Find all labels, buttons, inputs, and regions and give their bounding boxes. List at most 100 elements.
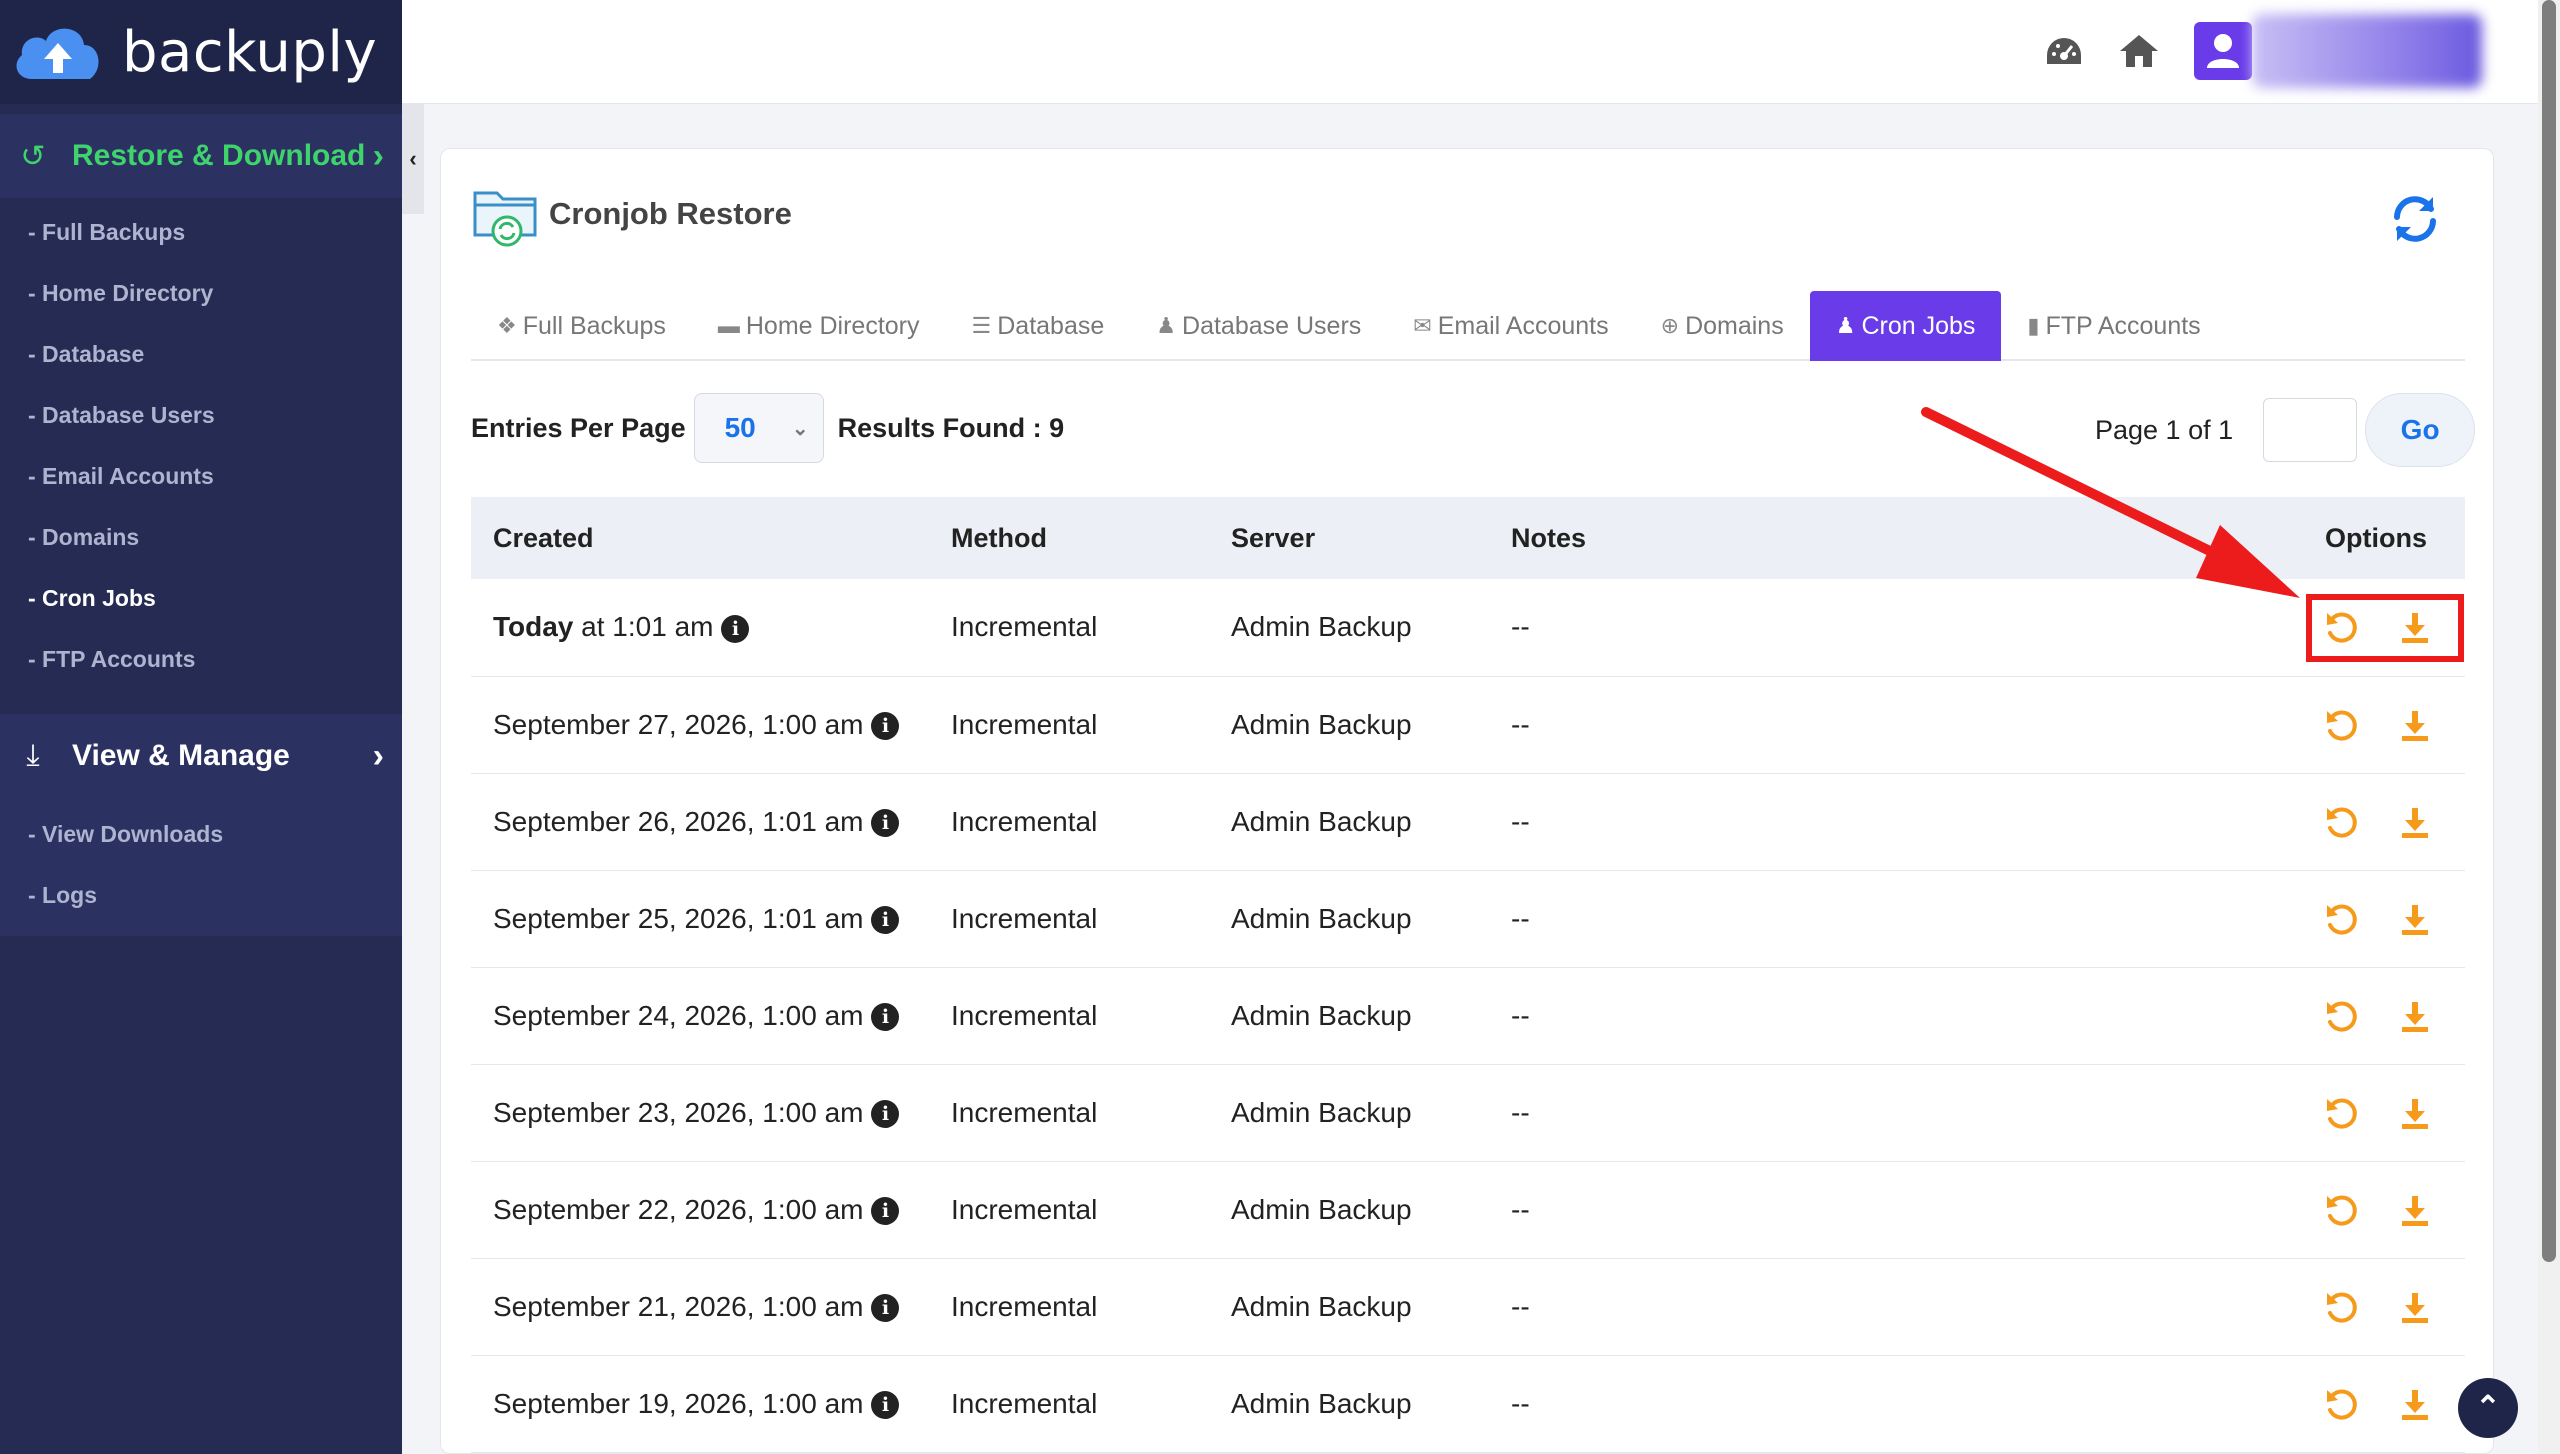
- cell-method: Incremental: [951, 1387, 1098, 1419]
- download-icon[interactable]: [2395, 1190, 2435, 1230]
- tab-label: Cron Jobs: [1861, 311, 1976, 340]
- entries-value: 50: [724, 412, 756, 443]
- info-icon[interactable]: i: [871, 906, 900, 935]
- dashboard-icon[interactable]: [2044, 34, 2084, 70]
- menu-view-manage[interactable]: ⤓ View & Manage ›: [0, 714, 402, 798]
- page-scrollbar[interactable]: [2538, 0, 2560, 1454]
- cubes-icon: ❖: [497, 313, 517, 338]
- download-icon[interactable]: [2395, 802, 2435, 842]
- info-icon[interactable]: i: [871, 712, 900, 741]
- tab-label: Full Backups: [522, 311, 666, 340]
- restore-icon[interactable]: [2321, 899, 2361, 939]
- sidebar-item-database[interactable]: - Database: [0, 324, 402, 385]
- info-icon[interactable]: i: [871, 1003, 900, 1032]
- entries-control: Entries Per Page 50 ⌄ Results Found : 9: [471, 393, 1064, 463]
- download-icon[interactable]: [2395, 1093, 2435, 1133]
- cell-method: Incremental: [951, 805, 1098, 837]
- info-icon[interactable]: i: [871, 1100, 900, 1129]
- entries-per-page-select[interactable]: 50 ⌄: [693, 393, 824, 463]
- tab-full-backups[interactable]: ❖ Full Backups: [471, 291, 692, 361]
- column-method[interactable]: Method: [929, 497, 1209, 579]
- sidebar-item-ftp-accounts[interactable]: - FTP Accounts: [0, 629, 402, 690]
- restore-icon[interactable]: [2321, 1384, 2361, 1424]
- restore-icon[interactable]: [2321, 1190, 2361, 1230]
- download-icon[interactable]: [2395, 1287, 2435, 1327]
- sidebar-item-logs[interactable]: - Logs: [0, 865, 402, 926]
- scrollbar-thumb[interactable]: [2542, 0, 2556, 1262]
- tab-label: Database Users: [1182, 311, 1362, 340]
- page-title: Cronjob Restore: [549, 196, 792, 231]
- cloud-upload-icon: [16, 28, 99, 79]
- restore-icon[interactable]: [2321, 705, 2361, 745]
- undo-icon: ↺: [20, 139, 46, 173]
- tab-domains[interactable]: ⊕ Domains: [1635, 291, 1810, 361]
- refresh-icon[interactable]: [2387, 191, 2443, 247]
- sidebar-item-view-downloads[interactable]: - View Downloads: [0, 804, 402, 865]
- sidebar-item-email-accounts[interactable]: - Email Accounts: [0, 446, 402, 507]
- download-icon[interactable]: [2395, 899, 2435, 939]
- sidebar-collapse-toggle[interactable]: ‹: [402, 104, 424, 214]
- restore-icon[interactable]: [2321, 1287, 2361, 1327]
- info-icon[interactable]: i: [721, 614, 750, 643]
- sidebar-item-full-backups[interactable]: - Full Backups: [0, 202, 402, 263]
- download-icon[interactable]: [2395, 996, 2435, 1036]
- sidebar-item-domains[interactable]: - Domains: [0, 507, 402, 568]
- tab-label: FTP Accounts: [2045, 311, 2201, 340]
- cell-options: [2089, 870, 2465, 967]
- entries-label: Entries Per Page: [471, 412, 686, 443]
- user-avatar[interactable]: [2194, 22, 2252, 80]
- annotation-highlight-box: [2306, 594, 2464, 662]
- user-icon: [2207, 34, 2239, 68]
- tab-ftp-accounts[interactable]: ▮ FTP Accounts: [2001, 291, 2226, 361]
- tab-email-accounts[interactable]: ✉ Email Accounts: [1387, 291, 1634, 361]
- restore-icon[interactable]: [2321, 1093, 2361, 1133]
- menu-restore-download[interactable]: ↺ Restore & Download ›: [0, 114, 402, 198]
- folder-icon: ▬: [717, 313, 740, 338]
- download-icon[interactable]: [2395, 1384, 2435, 1424]
- sidebar-item-database-users[interactable]: - Database Users: [0, 385, 402, 446]
- info-icon[interactable]: i: [871, 809, 900, 838]
- column-notes[interactable]: Notes: [1489, 497, 2089, 579]
- sidebar-item-cron-jobs[interactable]: - Cron Jobs: [0, 568, 402, 629]
- tab-database[interactable]: ☰ Database: [946, 291, 1131, 361]
- tab-database-users[interactable]: ♟ Database Users: [1130, 291, 1387, 361]
- chevron-down-icon: ⌄: [791, 417, 809, 440]
- created-text: September 21, 2026, 1:00 am: [493, 1290, 864, 1322]
- go-button[interactable]: Go: [2365, 393, 2476, 467]
- card-header: Cronjob Restore: [471, 179, 792, 249]
- info-icon[interactable]: i: [871, 1391, 900, 1420]
- cell-server: Admin Backup: [1231, 1387, 1412, 1419]
- sidebar-item-home-directory[interactable]: - Home Directory: [0, 263, 402, 324]
- table-row: September 22, 2026, 1:00 am i Incremental A…: [471, 1161, 2465, 1258]
- page-number-input[interactable]: [2263, 398, 2358, 462]
- cell-method: Incremental: [951, 999, 1098, 1031]
- scroll-to-top-button[interactable]: ⌃: [2458, 1378, 2518, 1438]
- cell-server: Admin Backup: [1231, 1193, 1412, 1225]
- column-server[interactable]: Server: [1209, 497, 1489, 579]
- cell-created: Today at 1:01 am i: [471, 579, 929, 676]
- download-icon[interactable]: [2395, 705, 2435, 745]
- logo[interactable]: backuply: [0, 0, 402, 104]
- info-icon[interactable]: i: [871, 1197, 900, 1226]
- cell-created: September 19, 2026, 1:00 am i: [471, 1355, 929, 1452]
- chevron-right-icon: ›: [372, 136, 384, 175]
- table-row: September 26, 2026, 1:01 am i Incremental A…: [471, 773, 2465, 870]
- created-text: September 22, 2026, 1:00 am: [493, 1193, 864, 1225]
- info-icon[interactable]: i: [871, 1294, 900, 1323]
- home-icon[interactable]: [2118, 32, 2160, 70]
- cell-notes: --: [1511, 1387, 1530, 1419]
- tab-cron-jobs[interactable]: ♟ Cron Jobs: [1809, 291, 2002, 361]
- tab-label: Domains: [1685, 311, 1784, 340]
- table-row: September 23, 2026, 1:00 am i Incremental A…: [471, 1064, 2465, 1161]
- file-icon: ▮: [2027, 313, 2040, 338]
- column-created[interactable]: Created: [471, 497, 929, 579]
- cell-created: September 25, 2026, 1:01 am i: [471, 870, 929, 967]
- created-text: at 1:01 am: [573, 611, 714, 643]
- brand-name: backuply: [122, 19, 378, 85]
- chevron-up-icon: ⌃: [2475, 1391, 2501, 1424]
- cell-notes: --: [1511, 708, 1530, 740]
- created-text: September 26, 2026, 1:01 am: [493, 805, 864, 837]
- restore-icon[interactable]: [2321, 802, 2361, 842]
- tab-home-directory[interactable]: ▬ Home Directory: [692, 291, 946, 361]
- restore-icon[interactable]: [2321, 996, 2361, 1036]
